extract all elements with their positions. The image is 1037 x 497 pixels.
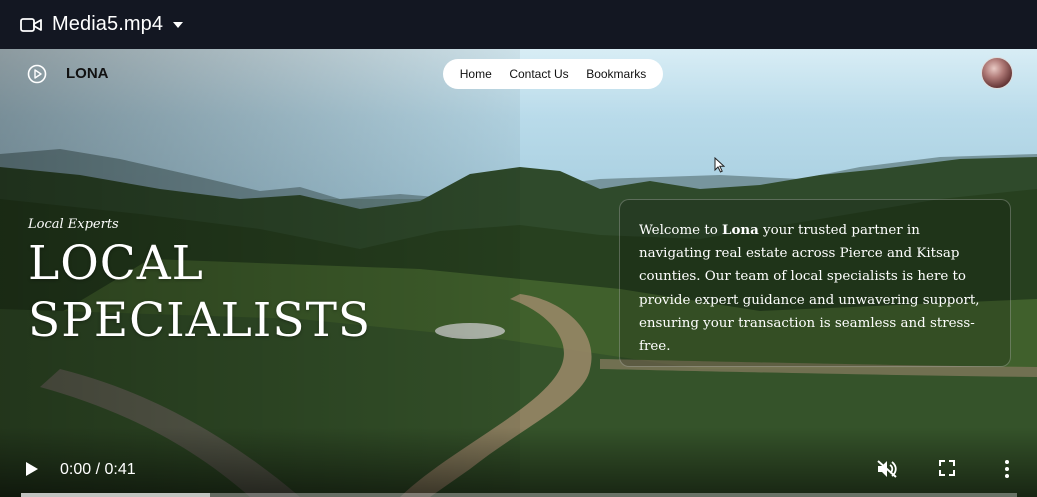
hero-kicker: Local Experts <box>28 217 119 232</box>
play-icon[interactable] <box>25 461 39 477</box>
hero-headline: LOCAL SPECIALISTS <box>28 235 371 349</box>
nav-contact-us[interactable]: Contact Us <box>509 67 568 81</box>
file-name[interactable]: Media5.mp4 <box>52 13 163 36</box>
hero-headline-line2: SPECIALISTS <box>28 293 372 348</box>
mouse-cursor-icon <box>714 157 725 173</box>
seek-bar[interactable] <box>21 493 1017 497</box>
chevron-down-icon[interactable] <box>173 21 184 28</box>
time-display: 0:00 / 0:41 <box>60 461 136 478</box>
intro-brand: Lona <box>722 222 759 238</box>
video-player[interactable]: LONA Home Contact Us Bookmarks Local Exp… <box>0 49 1037 497</box>
intro-card: Welcome to Lona your trusted partner in … <box>619 199 1011 367</box>
intro-rest: your trusted partner in navigating real … <box>639 223 980 355</box>
fullscreen-icon[interactable] <box>939 460 955 476</box>
avatar[interactable] <box>981 57 1013 89</box>
file-title-bar: Media5.mp4 <box>0 0 1037 49</box>
video-camera-icon <box>20 17 42 32</box>
nav-bookmarks[interactable]: Bookmarks <box>586 67 646 81</box>
nav-home[interactable]: Home <box>460 67 492 81</box>
site-nav: Home Contact Us Bookmarks <box>443 59 663 89</box>
play-circle-logo-icon <box>27 64 47 84</box>
intro-text: Welcome to Lona your trusted partner in … <box>639 219 989 358</box>
intro-prefix: Welcome to <box>639 223 723 238</box>
more-options-icon[interactable] <box>1004 459 1010 479</box>
player-controls: 0:00 / 0:41 <box>0 449 1037 497</box>
site-brand[interactable]: LONA <box>66 65 109 82</box>
hero-headline-line1: LOCAL <box>28 236 204 291</box>
buffered-bar <box>21 493 211 497</box>
mute-icon[interactable] <box>876 459 898 479</box>
